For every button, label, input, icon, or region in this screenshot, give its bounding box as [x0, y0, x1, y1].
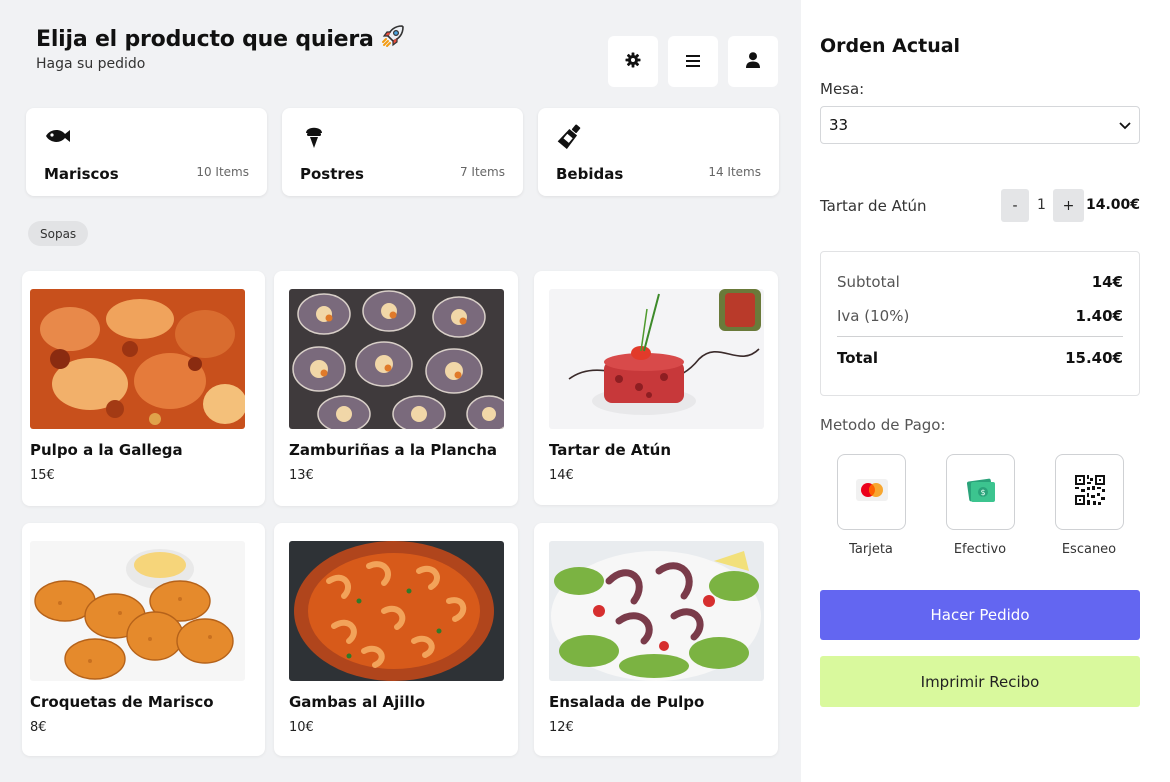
filter-chip-sopas[interactable]: Sopas [28, 221, 89, 246]
category-card-bebidas[interactable]: Bebidas 14 Items [538, 108, 779, 196]
place-order-button[interactable]: Hacer Pedido [820, 590, 1140, 640]
payment-cash-button[interactable]: $ [946, 454, 1015, 530]
product-price: 14€ [549, 468, 574, 483]
product-name: Croquetas de Marisco [30, 693, 214, 711]
rocket-icon [380, 23, 406, 55]
order-summary: Subtotal 14€ Iva (10%) 1.40€ Total 15.40… [820, 251, 1140, 396]
order-item-price: 14.00€ [1085, 197, 1140, 213]
svg-text:$: $ [980, 488, 985, 497]
product-name: Tartar de Atún [549, 441, 671, 459]
increase-quantity-button[interactable]: + [1053, 189, 1084, 222]
cash-icon: $ [965, 474, 997, 510]
page-subtitle: Haga su pedido [36, 56, 146, 72]
iva-row: Iva (10%) 1.40€ [837, 307, 1123, 325]
subtotal-label: Subtotal [837, 273, 900, 291]
table-select[interactable]: 33 [820, 106, 1140, 144]
category-card-postres[interactable]: Postres 7 Items [282, 108, 523, 196]
category-count: 10 Items [196, 165, 249, 179]
iva-label: Iva (10%) [837, 307, 910, 325]
product-card[interactable]: Zamburiñas a la Plancha 13€ [274, 271, 518, 506]
product-price: 15€ [30, 468, 55, 483]
total-row: Total 15.40€ [837, 349, 1123, 367]
product-name: Ensalada de Pulpo [549, 693, 705, 711]
qr-code-icon [1074, 475, 1105, 509]
total-label: Total [837, 349, 878, 367]
user-button[interactable] [728, 36, 778, 87]
category-name: Bebidas [556, 165, 624, 183]
payment-scan-label: Escaneo [1061, 542, 1117, 557]
credit-card-icon [855, 479, 888, 505]
product-image-ensalada [549, 541, 764, 681]
page-title-text: Elija el producto que quiera [36, 27, 374, 52]
table-label: Mesa: [820, 80, 865, 98]
category-card-mariscos[interactable]: Mariscos 10 Items [26, 108, 267, 196]
ice-cream-icon [300, 123, 328, 149]
table-select-value: 33 [829, 116, 849, 134]
product-price: 12€ [549, 720, 574, 735]
product-price: 8€ [30, 720, 47, 735]
summary-divider [837, 336, 1123, 337]
product-card[interactable]: Pulpo a la Gallega 15€ [22, 271, 265, 506]
product-card[interactable]: Gambas al Ajillo 10€ [274, 523, 518, 756]
product-panel: Elija el producto que quiera Haga su ped… [0, 0, 800, 782]
order-title: Orden Actual [820, 35, 961, 57]
category-name: Mariscos [44, 165, 119, 183]
order-panel: Orden Actual Mesa: 33 Tartar de Atún - 1… [801, 0, 1170, 782]
fish-icon [44, 123, 72, 149]
menu-button[interactable] [668, 36, 718, 87]
decrease-quantity-button[interactable]: - [1001, 189, 1029, 222]
payment-cash-label: Efectivo [953, 542, 1007, 557]
user-icon [746, 51, 760, 72]
subtotal-value: 14€ [1091, 273, 1123, 291]
settings-button[interactable] [608, 36, 658, 87]
category-name: Postres [300, 165, 364, 183]
page-title: Elija el producto que quiera [36, 23, 406, 55]
payment-method-label: Metodo de Pago: [820, 416, 946, 434]
product-card[interactable]: Ensalada de Pulpo 12€ [534, 523, 778, 756]
menu-icon [686, 52, 700, 71]
total-value: 15.40€ [1065, 349, 1123, 367]
product-image-gambas [289, 541, 504, 681]
payment-scan-button[interactable] [1055, 454, 1124, 530]
payment-card-label: Tarjeta [849, 542, 893, 557]
product-name: Pulpo a la Gallega [30, 441, 183, 459]
category-count: 14 Items [708, 165, 761, 179]
product-image-croquetas [30, 541, 245, 681]
chevron-down-icon [1119, 116, 1131, 134]
product-image-zamburinas [289, 289, 504, 429]
product-price: 10€ [289, 720, 314, 735]
bottle-icon [556, 123, 584, 150]
product-card[interactable]: Tartar de Atún 14€ [534, 271, 778, 505]
print-receipt-button[interactable]: Imprimir Recibo [820, 656, 1140, 707]
order-item-name: Tartar de Atún [820, 197, 927, 215]
payment-card-button[interactable] [837, 454, 906, 530]
product-name: Gambas al Ajillo [289, 693, 426, 711]
iva-value: 1.40€ [1075, 307, 1123, 325]
gear-icon [625, 52, 641, 72]
product-card[interactable]: Croquetas de Marisco 8€ [22, 523, 265, 756]
product-image-tartar [549, 289, 764, 429]
product-name: Zamburiñas a la Plancha [289, 441, 497, 459]
order-item-quantity: 1 [1037, 197, 1046, 213]
subtotal-row: Subtotal 14€ [837, 273, 1123, 291]
category-count: 7 Items [459, 165, 505, 179]
product-price: 13€ [289, 468, 314, 483]
product-image-pulpo [30, 289, 245, 429]
